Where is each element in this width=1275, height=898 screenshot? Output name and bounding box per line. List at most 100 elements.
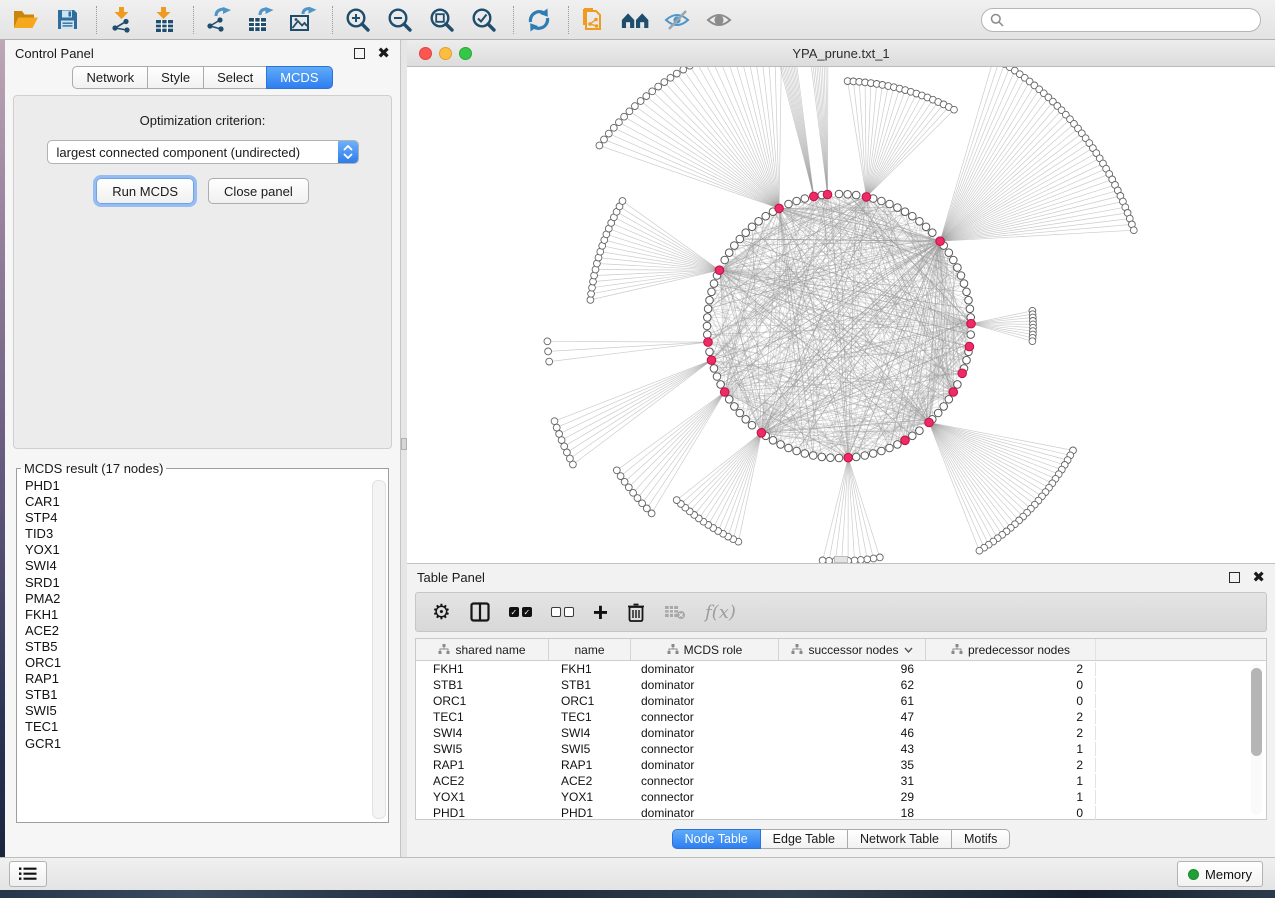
table-row[interactable]: PHD1PHD1dominator180 bbox=[416, 805, 1266, 821]
list-item[interactable]: RAP1 bbox=[25, 671, 388, 687]
dropdown-stepper-icon bbox=[338, 141, 358, 163]
list-item[interactable]: STB1 bbox=[25, 687, 388, 703]
run-mcds-button[interactable]: Run MCDS bbox=[96, 178, 194, 204]
float-panel-icon[interactable] bbox=[1229, 572, 1240, 583]
scrollbar-thumb[interactable] bbox=[1251, 668, 1262, 756]
table-row[interactable]: SWI4SWI4dominator462 bbox=[416, 725, 1266, 741]
clone-network-button[interactable] bbox=[579, 5, 609, 35]
column-header-name[interactable]: name bbox=[549, 639, 631, 660]
tab-network-table[interactable]: Network Table bbox=[847, 829, 952, 849]
network-canvas[interactable] bbox=[407, 67, 1275, 563]
list-item[interactable]: PHD1 bbox=[25, 478, 388, 494]
toolbar-separator bbox=[513, 6, 514, 34]
tab-mcds[interactable]: MCDS bbox=[266, 66, 332, 89]
open-folder-icon bbox=[12, 8, 39, 31]
save-session-button[interactable] bbox=[52, 5, 82, 35]
search-box[interactable] bbox=[981, 8, 1261, 32]
network-overview-button[interactable] bbox=[621, 5, 651, 35]
tab-network[interactable]: Network bbox=[72, 66, 148, 89]
table-row[interactable]: RAP1RAP1dominator352 bbox=[416, 757, 1266, 773]
table-row[interactable]: STB1STB1dominator620 bbox=[416, 677, 1266, 693]
zoom-selected-button[interactable] bbox=[469, 5, 499, 35]
refresh-layout-button[interactable] bbox=[524, 5, 554, 35]
result-scrollbar[interactable] bbox=[372, 480, 386, 819]
show-visual-details-button[interactable] bbox=[705, 5, 735, 35]
hide-visual-details-button[interactable] bbox=[663, 5, 693, 35]
memory-label: Memory bbox=[1205, 867, 1252, 882]
list-item[interactable]: SWI4 bbox=[25, 558, 388, 574]
column-namespace-icon bbox=[438, 644, 450, 655]
list-item[interactable]: STB5 bbox=[25, 639, 388, 655]
tab-node-table[interactable]: Node Table bbox=[672, 829, 761, 849]
tab-style[interactable]: Style bbox=[147, 66, 204, 89]
function-builder-button: f(x) bbox=[705, 600, 736, 624]
deselect-all-button[interactable] bbox=[551, 600, 574, 624]
list-item[interactable]: SWI5 bbox=[25, 703, 388, 719]
tab-motifs[interactable]: Motifs bbox=[951, 829, 1010, 849]
network-graph[interactable] bbox=[407, 67, 1275, 563]
zoom-out-button[interactable] bbox=[385, 5, 415, 35]
import-table-button[interactable] bbox=[149, 5, 179, 35]
clone-network-icon bbox=[581, 6, 607, 34]
table-row[interactable]: FKH1FKH1dominator962 bbox=[416, 661, 1266, 677]
import-network-icon bbox=[110, 7, 134, 33]
criterion-dropdown[interactable]: largest connected component (undirected) bbox=[47, 140, 359, 164]
list-item[interactable]: TID3 bbox=[25, 526, 388, 542]
table-row[interactable]: YOX1YOX1connector291 bbox=[416, 789, 1266, 805]
list-item[interactable]: FKH1 bbox=[25, 607, 388, 623]
mcds-result-list[interactable]: PHD1 CAR1 STP4 TID3 YOX1 SWI4 SRD1 PMA2 … bbox=[17, 478, 388, 752]
network-view-panel: YPA_prune.txt_1 bbox=[407, 40, 1275, 563]
maximize-window-icon[interactable] bbox=[459, 47, 472, 60]
fx-icon: f(x) bbox=[705, 602, 736, 623]
list-item[interactable]: SRD1 bbox=[25, 575, 388, 591]
column-header-successor-nodes[interactable]: successor nodes bbox=[779, 639, 926, 660]
delete-column-button[interactable] bbox=[627, 600, 645, 624]
table-row[interactable]: ACE2ACE2connector311 bbox=[416, 773, 1266, 789]
tab-select[interactable]: Select bbox=[203, 66, 267, 89]
list-item[interactable]: CAR1 bbox=[25, 494, 388, 510]
table-row[interactable]: TEC1TEC1connector472 bbox=[416, 709, 1266, 725]
add-column-button[interactable]: + bbox=[593, 600, 608, 624]
table-panel-header: Table Panel ✖ bbox=[407, 564, 1275, 590]
table-panel-title: Table Panel bbox=[417, 570, 485, 585]
list-item[interactable]: ACE2 bbox=[25, 623, 388, 639]
column-visibility-button[interactable] bbox=[470, 600, 490, 624]
sort-desc-icon bbox=[904, 647, 913, 653]
tab-edge-table[interactable]: Edge Table bbox=[760, 829, 848, 849]
list-item[interactable]: ORC1 bbox=[25, 655, 388, 671]
task-history-button[interactable] bbox=[9, 861, 47, 887]
list-item[interactable]: YOX1 bbox=[25, 542, 388, 558]
list-item[interactable]: GCR1 bbox=[25, 736, 388, 752]
table-mode-button[interactable]: ⚙ bbox=[432, 600, 451, 624]
table-row[interactable]: SWI5SWI5connector431 bbox=[416, 741, 1266, 757]
column-header-mcds-role[interactable]: MCDS role bbox=[631, 639, 779, 660]
memory-button[interactable]: Memory bbox=[1177, 861, 1263, 887]
network-window-titlebar[interactable]: YPA_prune.txt_1 bbox=[407, 40, 1275, 67]
list-item[interactable]: PMA2 bbox=[25, 591, 388, 607]
export-image-button[interactable] bbox=[288, 5, 318, 35]
open-file-button[interactable] bbox=[10, 5, 40, 35]
close-panel-button[interactable]: Close panel bbox=[208, 178, 309, 204]
export-table-button[interactable] bbox=[246, 5, 276, 35]
minimize-window-icon[interactable] bbox=[439, 47, 452, 60]
splitter-handle[interactable] bbox=[834, 556, 848, 563]
task-list-icon bbox=[19, 867, 37, 881]
search-input[interactable] bbox=[1010, 11, 1252, 28]
toolbar-separator bbox=[332, 6, 333, 34]
list-item[interactable]: STP4 bbox=[25, 510, 388, 526]
table-scrollbar[interactable] bbox=[1251, 664, 1262, 815]
select-all-button[interactable]: ✓✓ bbox=[509, 600, 532, 624]
export-network-button[interactable] bbox=[204, 5, 234, 35]
column-header-predecessor-nodes[interactable]: predecessor nodes bbox=[926, 639, 1096, 660]
zoom-in-button[interactable] bbox=[343, 5, 373, 35]
close-panel-icon[interactable]: ✖ bbox=[377, 46, 390, 61]
import-network-button[interactable] bbox=[107, 5, 137, 35]
zoom-fit-button[interactable] bbox=[427, 5, 457, 35]
close-panel-icon[interactable]: ✖ bbox=[1252, 570, 1265, 585]
float-panel-icon[interactable] bbox=[354, 48, 365, 59]
list-item[interactable]: TEC1 bbox=[25, 719, 388, 735]
close-window-icon[interactable] bbox=[419, 47, 432, 60]
import-table-icon bbox=[153, 7, 175, 33]
table-row[interactable]: ORC1ORC1dominator610 bbox=[416, 693, 1266, 709]
column-header-shared-name[interactable]: shared name bbox=[416, 639, 549, 660]
